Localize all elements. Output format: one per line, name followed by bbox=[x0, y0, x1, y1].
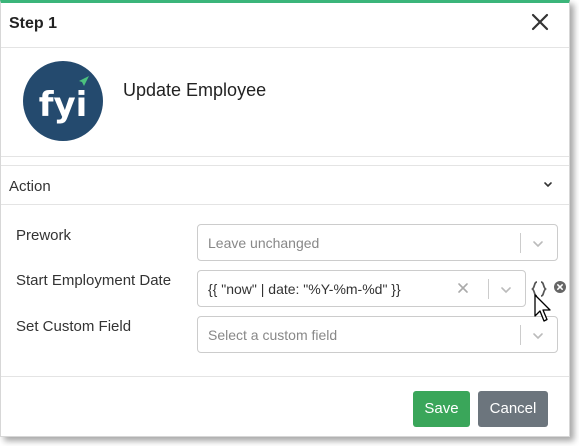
mouse-cursor-icon bbox=[534, 294, 551, 322]
custom-field-select[interactable]: Select a custom field bbox=[197, 316, 558, 353]
prework-label: Prework bbox=[16, 227, 72, 244]
custom-field-label: Set Custom Field bbox=[16, 318, 132, 335]
save-button[interactable]: Save bbox=[413, 391, 470, 427]
select-separator bbox=[520, 325, 521, 345]
dialog-title: Step 1 bbox=[9, 15, 58, 32]
section-label: Action bbox=[9, 178, 51, 195]
chevron-down-icon bbox=[533, 241, 543, 248]
select-separator bbox=[520, 233, 521, 253]
dialog-footer: Save Cancel bbox=[1, 376, 569, 436]
step-dialog: Step 1 fyi Update Employee Action Prewor… bbox=[0, 0, 570, 437]
chevron-down-icon bbox=[501, 287, 511, 294]
start-date-value: {{ "now" | date: "%Y-%m-%d" }} bbox=[208, 281, 401, 297]
custom-field-placeholder: Select a custom field bbox=[208, 327, 338, 343]
action-summary: fyi Update Employee bbox=[1, 49, 569, 157]
action-name: Update Employee bbox=[123, 80, 267, 100]
logo-text: fyi bbox=[39, 85, 88, 125]
clear-icon[interactable] bbox=[455, 280, 471, 296]
prework-select[interactable]: Leave unchanged bbox=[197, 224, 558, 261]
cancel-button[interactable]: Cancel bbox=[478, 391, 548, 427]
dialog-header: Step 1 bbox=[1, 3, 569, 48]
select-separator bbox=[488, 279, 489, 299]
chevron-down-icon bbox=[544, 182, 552, 188]
action-section-header[interactable]: Action bbox=[1, 165, 569, 205]
prework-placeholder: Leave unchanged bbox=[208, 235, 320, 251]
remove-icon[interactable] bbox=[554, 281, 566, 293]
start-date-label: Start Employment Date bbox=[16, 272, 172, 289]
fyi-logo: fyi bbox=[23, 61, 103, 141]
start-date-select[interactable]: {{ "now" | date: "%Y-%m-%d" }} bbox=[197, 270, 526, 307]
close-icon[interactable] bbox=[529, 11, 551, 33]
chevron-down-icon bbox=[533, 333, 543, 340]
